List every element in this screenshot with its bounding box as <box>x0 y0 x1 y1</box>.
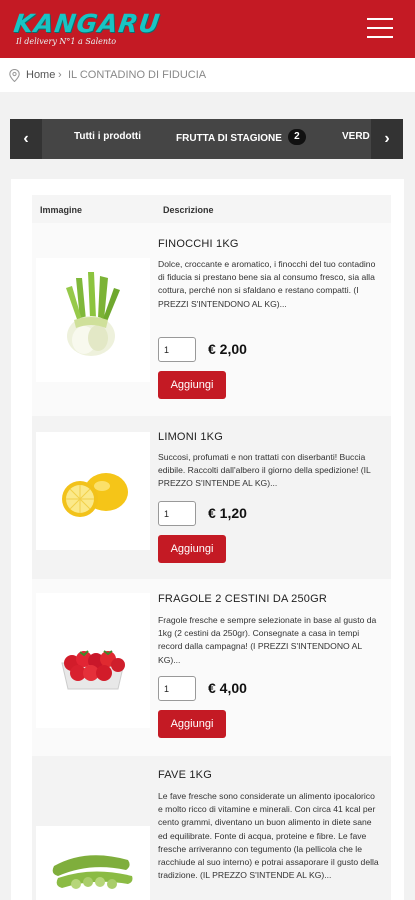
product-description: Fragole fresche e sempre selezionate in … <box>158 615 377 665</box>
breadcrumb-current-page: IL CONTADINO DI FIDUCIA <box>68 69 207 81</box>
app-header: KANGARU Il delivery N°1 a Salento <box>0 0 415 58</box>
product-description: Succosi, profumati e non trattati con di… <box>158 452 371 489</box>
product-title[interactable]: FRAGOLE 2 CESTINI DA 250GR <box>158 593 327 605</box>
product-row: FRAGOLE 2 CESTINI DA 250GR Fragole fresc… <box>32 579 391 756</box>
product-row: FAVE 1KG Le fave fresche sono considerat… <box>32 756 391 900</box>
add-to-cart-button[interactable]: Aggiungi <box>158 535 226 563</box>
column-header-image: Immagine <box>40 205 83 215</box>
tab-label: VERD <box>342 131 370 142</box>
fennel-image[interactable] <box>36 258 150 382</box>
add-to-cart-button[interactable]: Aggiungi <box>158 710 226 738</box>
brand-logo[interactable]: KANGARU Il delivery N°1 a Salento <box>12 9 162 49</box>
tab-tutti-i-prodotti[interactable]: Tutti i prodotti <box>74 131 141 142</box>
breadcrumb: Home › IL CONTADINO DI FIDUCIA <box>0 58 415 92</box>
product-row: LIMONI 1KG Succosi, profumati e non trat… <box>32 416 391 579</box>
add-to-cart-button[interactable]: Aggiungi <box>158 371 226 399</box>
product-title[interactable]: FAVE 1KG <box>158 769 212 781</box>
hamburger-menu-icon[interactable] <box>367 17 393 39</box>
breadcrumb-separator: › <box>58 69 62 81</box>
tab-label: Tutti i prodotti <box>74 131 142 142</box>
location-pin-icon <box>9 69 20 82</box>
lemon-image[interactable] <box>36 432 150 550</box>
column-header-description: Descrizione <box>163 205 214 215</box>
product-description: Dolce, croccante e aromatico, i finocchi… <box>158 259 376 309</box>
tab-label: FRUTTA DI STAGIONE <box>176 133 282 144</box>
quantity-input[interactable] <box>158 337 196 362</box>
strawberries-image[interactable] <box>36 593 150 728</box>
quantity-input[interactable] <box>158 501 196 526</box>
tab-count-badge: 2 <box>287 129 306 145</box>
product-price: € 2,00 <box>208 341 247 357</box>
logo-wordmark: KANGARU <box>11 9 163 38</box>
tab-frutta-di-stagione[interactable]: FRUTTA DI STAGIONE 2 <box>176 129 306 145</box>
breadcrumb-home-link[interactable]: Home <box>26 69 55 81</box>
product-title[interactable]: LIMONI 1KG <box>158 431 223 443</box>
product-price: € 4,00 <box>208 680 247 696</box>
category-tabs-bar: Tutti i prodotti FRUTTA DI STAGIONE 2 VER… <box>10 119 403 159</box>
product-description: Le fave fresche sono considerate un alim… <box>158 791 379 881</box>
logo-tagline: Il delivery N°1 a Salento <box>16 37 117 46</box>
fava-beans-image[interactable] <box>36 826 150 900</box>
chevron-left-icon[interactable]: ‹ <box>10 119 42 159</box>
products-panel: Immagine Descrizione FINOCCHI 1KG Dolce,… <box>11 179 404 900</box>
quantity-input[interactable] <box>158 676 196 701</box>
tab-verdura[interactable]: VERD <box>342 131 370 142</box>
product-row: FINOCCHI 1KG Dolce, croccante e aromatic… <box>32 223 391 416</box>
product-title[interactable]: FINOCCHI 1KG <box>158 238 239 250</box>
chevron-right-icon[interactable]: › <box>371 119 403 159</box>
product-price: € 1,20 <box>208 505 247 521</box>
